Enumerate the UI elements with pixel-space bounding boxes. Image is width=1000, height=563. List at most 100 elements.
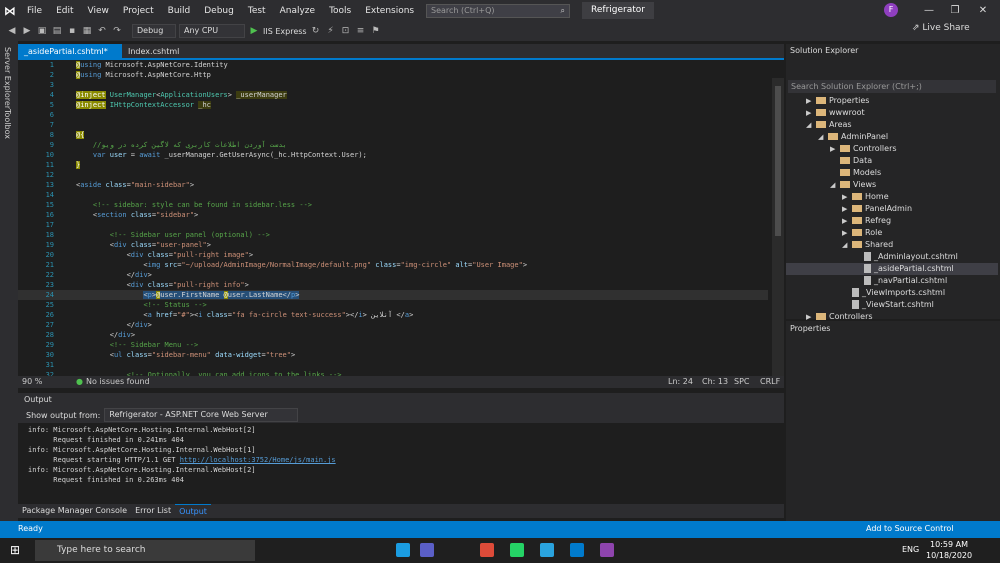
- code-line[interactable]: 6: [18, 110, 768, 120]
- menu-item-view[interactable]: View: [81, 6, 116, 16]
- code-text[interactable]: <!-- Sidebar user panel (optional) -->: [76, 230, 270, 240]
- add-source-control-button[interactable]: Add to Source Control: [866, 524, 954, 533]
- code-line[interactable]: 10 var user = await _userManager.GetUser…: [18, 150, 768, 160]
- bottom-tab-error-list[interactable]: Error List: [131, 504, 175, 518]
- menu-item-test[interactable]: Test: [241, 6, 273, 16]
- language-indicator[interactable]: ENG: [902, 545, 919, 554]
- crlf-indicator[interactable]: CRLF: [760, 377, 780, 386]
- code-line[interactable]: 21 <img src="~/upload/AdminImage/NormalI…: [18, 260, 768, 270]
- output-text[interactable]: info: Microsoft.AspNetCore.Hosting.Inter…: [18, 423, 784, 503]
- code-text[interactable]: <div class="user-panel">: [76, 240, 211, 250]
- code-line[interactable]: 28 </div>: [18, 330, 768, 340]
- menu-item-extensions[interactable]: Extensions: [358, 6, 421, 16]
- clock-date[interactable]: 10/18/2020: [926, 551, 972, 560]
- menu-item-debug[interactable]: Debug: [197, 6, 241, 16]
- config-dropdown[interactable]: Debug: [132, 24, 176, 38]
- expand-arrow-icon[interactable]: ▶: [842, 191, 852, 203]
- code-text[interactable]: @using Microsoft.AspNetCore.Identity: [76, 60, 228, 70]
- menu-item-project[interactable]: Project: [116, 6, 161, 16]
- code-line[interactable]: 5 @inject IHttpContextAccessor _hc: [18, 100, 768, 110]
- tree-node[interactable]: Data: [830, 155, 872, 167]
- tree-node[interactable]: _navPartial.cshtml: [854, 275, 947, 287]
- bookmark-icon[interactable]: ⚑: [370, 26, 382, 36]
- back-icon[interactable]: ◀: [6, 26, 18, 36]
- code-line[interactable]: 13 <aside class="main-sidebar">: [18, 180, 768, 190]
- code-line[interactable]: 25 <!-- Status -->: [18, 300, 768, 310]
- tree-node[interactable]: ▶ Refreg: [842, 215, 891, 227]
- taskbar-search[interactable]: Type here to search: [35, 540, 255, 561]
- code-text[interactable]: <section class="sidebar">: [76, 210, 198, 220]
- tab-aside-partial[interactable]: _asidePartial.cshtml* ⊢ ✕: [18, 44, 122, 72]
- code-text[interactable]: <img src="~/upload/AdminImage/NormalImag…: [76, 260, 527, 270]
- visual-studio-icon[interactable]: [600, 543, 614, 557]
- tree-node[interactable]: ◢ Shared: [842, 239, 893, 251]
- code-text[interactable]: <p>@user.FirstName @user.LastName</p>: [76, 290, 300, 300]
- format-icon[interactable]: ≡: [355, 26, 367, 36]
- code-line[interactable]: 1 @using Microsoft.AspNetCore.Identity: [18, 60, 768, 70]
- save-icon[interactable]: ▪: [66, 26, 78, 36]
- tree-node[interactable]: _Adminlayout.cshtml: [854, 251, 958, 263]
- word-icon[interactable]: [420, 543, 434, 557]
- code-text[interactable]: <!-- sidebar: style can be found in side…: [76, 200, 312, 210]
- code-line[interactable]: 2 @using Microsoft.AspNetCore.Http: [18, 70, 768, 80]
- tree-node[interactable]: ▶ wwwroot: [806, 107, 865, 119]
- windows-start-icon[interactable]: ⊞: [10, 543, 20, 557]
- expand-arrow-icon[interactable]: ▶: [806, 95, 816, 107]
- code-text[interactable]: <a href="#"><i class="fa fa-circle text-…: [76, 310, 413, 320]
- platform-dropdown[interactable]: Any CPU: [179, 24, 245, 38]
- code-text[interactable]: var user = await _userManager.GetUserAsy…: [76, 150, 367, 160]
- expand-arrow-icon[interactable]: ▶: [842, 215, 852, 227]
- issues-status[interactable]: No issues found: [86, 377, 150, 386]
- code-line[interactable]: 4 @inject UserManager<ApplicationUsers> _…: [18, 90, 768, 100]
- code-line[interactable]: 9 //بدست آوردن اطلاعات کاربری که لاگین ک…: [18, 140, 768, 150]
- code-text[interactable]: </div>: [76, 320, 152, 330]
- code-line[interactable]: 11}: [18, 160, 768, 170]
- expand-arrow-icon[interactable]: ◢: [806, 119, 816, 131]
- tree-node[interactable]: ◢ Areas: [806, 119, 852, 131]
- code-line[interactable]: 26 <a href="#"><i class="fa fa-circle te…: [18, 310, 768, 320]
- code-editor[interactable]: 1 @using Microsoft.AspNetCore.Identity 2 @u…: [18, 60, 784, 376]
- code-line[interactable]: 15 <!-- sidebar: style can be found in s…: [18, 200, 768, 210]
- hot-reload-icon[interactable]: ⊡: [340, 26, 352, 36]
- code-text[interactable]: @using Microsoft.AspNetCore.Http: [76, 70, 211, 80]
- expand-arrow-icon[interactable]: ▶: [806, 107, 816, 119]
- code-text[interactable]: <!-- Status -->: [76, 300, 206, 310]
- toolbox-tab[interactable]: Toolbox: [3, 109, 12, 139]
- tree-node[interactable]: ▶ PanelAdmin: [842, 203, 912, 215]
- code-text[interactable]: @{: [76, 130, 85, 140]
- output-source-dropdown[interactable]: Refrigerator - ASP.NET Core Web Server: [104, 408, 299, 422]
- code-text[interactable]: //بدست آوردن اطلاعات کاربری که لاگین کرد…: [76, 140, 287, 150]
- code-text[interactable]: </div>: [76, 330, 135, 340]
- expand-arrow-icon[interactable]: ▶: [830, 143, 840, 155]
- spc-indicator[interactable]: SPC: [734, 377, 750, 386]
- server-explorer-tab[interactable]: Server Explorer: [3, 47, 12, 109]
- tree-node[interactable]: ▶ Controllers: [830, 143, 897, 155]
- menu-item-edit[interactable]: Edit: [49, 6, 80, 16]
- code-line[interactable]: 16 <section class="sidebar">: [18, 210, 768, 220]
- telegram-icon[interactable]: [540, 543, 554, 557]
- tree-node[interactable]: ▶ Properties: [806, 95, 869, 107]
- save-all-icon[interactable]: ▦: [81, 26, 93, 36]
- minimize-icon[interactable]: —: [916, 0, 942, 21]
- maximize-icon[interactable]: ❐: [942, 0, 968, 21]
- code-line[interactable]: 23 <div class="pull-right info">: [18, 280, 768, 290]
- refresh-icon[interactable]: ↻: [310, 26, 322, 36]
- code-line[interactable]: 8 @{: [18, 130, 768, 140]
- undo-icon[interactable]: ↶: [96, 26, 108, 36]
- code-line[interactable]: 19 <div class="user-panel">: [18, 240, 768, 250]
- expand-arrow-icon[interactable]: ▶: [842, 203, 852, 215]
- tree-node[interactable]: ◢ Views: [830, 179, 876, 191]
- tree-node[interactable]: _asidePartial.cshtml: [786, 263, 998, 275]
- tree-node[interactable]: ◢ AdminPanel: [818, 131, 888, 143]
- code-line[interactable]: 14: [18, 190, 768, 200]
- redo-icon[interactable]: ↷: [111, 26, 123, 36]
- solution-search-input[interactable]: Search Solution Explorer (Ctrl+;): [788, 80, 996, 93]
- tree-node[interactable]: _ViewStart.cshtml: [842, 299, 934, 311]
- skype-icon[interactable]: [396, 543, 410, 557]
- vscode-icon[interactable]: [570, 543, 584, 557]
- code-line[interactable]: 24 <p>@user.FirstName @user.LastName</p>: [18, 290, 768, 300]
- code-text[interactable]: }: [76, 160, 81, 170]
- code-line[interactable]: 12: [18, 170, 768, 180]
- scroll-thumb[interactable]: [775, 86, 781, 236]
- tree-node[interactable]: ▶ Home: [842, 191, 889, 203]
